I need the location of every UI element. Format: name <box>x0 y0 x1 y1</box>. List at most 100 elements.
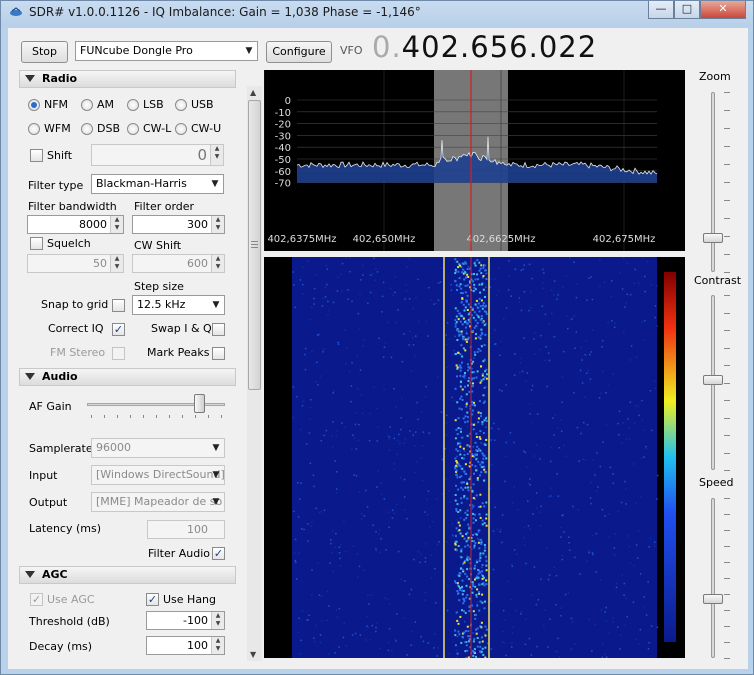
filter-bandwidth-spinner[interactable]: ▲ ▼ <box>110 216 123 233</box>
output-device-select[interactable]: [MME] Mapeador de so ▼ <box>91 492 225 512</box>
signal-speck <box>476 627 479 630</box>
signal-speck <box>476 273 479 276</box>
correct-iq-checkbox[interactable]: ✓ <box>112 323 125 336</box>
noise-speck <box>650 284 652 286</box>
decay-input[interactable]: 100 ▲ ▼ <box>146 636 225 655</box>
title-bar[interactable]: SDR# v1.0.0.1126 - IQ Imbalance: Gain = … <box>1 1 753 27</box>
noise-speck <box>468 436 470 439</box>
spectrum-analyzer[interactable]: 0 -10 -20 -30 -40 -50 -60 -70 402,6375MHz 402,650… <box>263 70 685 251</box>
mode-radio-lsb[interactable] <box>127 99 139 111</box>
maximize-button[interactable]: □ <box>674 1 700 19</box>
noise-speck <box>580 432 582 435</box>
mode-radio-nfm[interactable] <box>28 99 40 111</box>
fm-stereo-checkbox[interactable] <box>112 347 125 360</box>
mode-radio-cwu[interactable] <box>175 123 187 135</box>
filter-order-spinner[interactable]: ▲ ▼ <box>211 216 224 233</box>
filter-type-select[interactable]: Blackman-Harris ▼ <box>91 174 224 194</box>
noise-speck <box>536 645 538 648</box>
noise-speck <box>649 537 652 540</box>
squelch-spinner[interactable]: ▲ ▼ <box>110 255 123 272</box>
squelch-input[interactable]: 50 ▲ ▼ <box>27 254 124 273</box>
noise-speck <box>415 431 417 433</box>
noise-speck <box>617 510 620 513</box>
filter-order-input[interactable]: 300 ▲ ▼ <box>132 215 225 234</box>
radio-section-header[interactable]: Radio <box>19 70 236 88</box>
noise-speck <box>532 513 534 515</box>
settings-scrollbar[interactable]: ▲ ▼ <box>247 86 262 661</box>
signal-speck <box>459 453 462 456</box>
filter-bandwidth-input[interactable]: 8000 ▲ ▼ <box>27 215 124 234</box>
noise-speck <box>389 602 391 605</box>
scrollbar-thumb[interactable] <box>248 100 261 390</box>
mark-peaks-checkbox[interactable] <box>212 347 225 360</box>
mode-radio-am[interactable] <box>81 99 93 111</box>
scroll-up-icon[interactable]: ▲ <box>250 88 256 97</box>
signal-speck <box>456 476 459 479</box>
zoom-track[interactable] <box>711 92 715 272</box>
slider-tick <box>724 236 730 237</box>
mode-radio-wfm[interactable] <box>28 123 40 135</box>
cw-shift-spinner[interactable]: ▲ ▼ <box>211 255 224 272</box>
contrast-slider-thumb[interactable] <box>703 375 723 385</box>
af-gain-slider-thumb[interactable] <box>194 394 206 413</box>
waterfall-display[interactable] <box>264 257 685 660</box>
signal-speck <box>466 568 469 571</box>
vfo-frequency-display[interactable]: 0.402.656.022 <box>372 30 597 64</box>
stop-button[interactable]: Stop <box>21 41 68 63</box>
close-button[interactable]: ✕ <box>700 1 746 19</box>
configure-button[interactable]: Configure <box>266 41 332 63</box>
cw-shift-input[interactable]: 600 ▲ ▼ <box>132 254 225 273</box>
noise-speck <box>477 537 479 540</box>
noise-speck <box>296 396 298 398</box>
noise-speck <box>378 337 380 340</box>
samplerate-select[interactable]: 96000 ▼ <box>91 438 225 458</box>
minimize-button[interactable]: — <box>648 1 674 19</box>
noise-speck <box>610 295 612 297</box>
noise-speck <box>546 385 548 388</box>
noise-speck <box>334 460 336 462</box>
noise-speck <box>569 257 571 260</box>
signal-speck <box>479 430 482 433</box>
noise-speck <box>586 372 588 374</box>
mode-radio-usb[interactable] <box>175 99 187 111</box>
shift-spinner[interactable]: ▲ ▼ <box>210 145 223 165</box>
mode-radio-cwl[interactable] <box>127 123 139 135</box>
scroll-down-icon[interactable]: ▼ <box>250 650 256 659</box>
threshold-input[interactable]: -100 ▲ ▼ <box>146 611 225 630</box>
noise-speck <box>525 380 527 382</box>
signal-speck <box>478 529 481 532</box>
signal-speck <box>463 600 466 602</box>
use-hang-checkbox[interactable]: ✓ <box>146 593 159 606</box>
noise-speck <box>320 510 323 513</box>
noise-speck <box>621 574 623 576</box>
chevron-down-icon: ▼ <box>211 179 219 189</box>
noise-speck <box>352 545 355 548</box>
speed-slider-thumb[interactable] <box>703 594 723 604</box>
noise-speck <box>346 347 348 349</box>
agc-section-header[interactable]: AGC <box>19 566 236 584</box>
threshold-spinner[interactable]: ▲ ▼ <box>211 612 224 629</box>
squelch-checkbox[interactable] <box>30 237 43 250</box>
signal-speck <box>465 657 468 660</box>
signal-speck <box>459 385 462 388</box>
decay-spinner[interactable]: ▲ ▼ <box>211 637 224 654</box>
mode-radio-dsb[interactable] <box>81 123 93 135</box>
step-size-select[interactable]: 12.5 kHz ▼ <box>132 295 225 315</box>
shift-checkbox[interactable] <box>30 149 43 162</box>
audio-section-header[interactable]: Audio <box>19 368 236 386</box>
zoom-slider-thumb[interactable] <box>703 233 723 243</box>
noise-speck <box>412 344 415 346</box>
signal-speck <box>464 421 467 424</box>
filter-audio-checkbox[interactable]: ✓ <box>212 547 225 560</box>
noise-speck <box>646 260 649 263</box>
noise-speck <box>395 321 397 324</box>
swap-iq-checkbox[interactable] <box>212 323 225 336</box>
noise-speck <box>430 299 432 301</box>
snap-to-grid-checkbox[interactable] <box>112 299 125 312</box>
device-select[interactable]: FUNcube Dongle Pro ▼ <box>75 41 258 61</box>
latency-input[interactable]: 100 <box>147 520 225 539</box>
shift-input[interactable]: 0 ▲ ▼ <box>91 144 224 166</box>
use-agc-checkbox[interactable]: ✓ <box>30 593 43 606</box>
speed-track[interactable] <box>711 498 715 658</box>
input-device-select[interactable]: [Windows DirectSound] ▼ <box>91 465 225 485</box>
